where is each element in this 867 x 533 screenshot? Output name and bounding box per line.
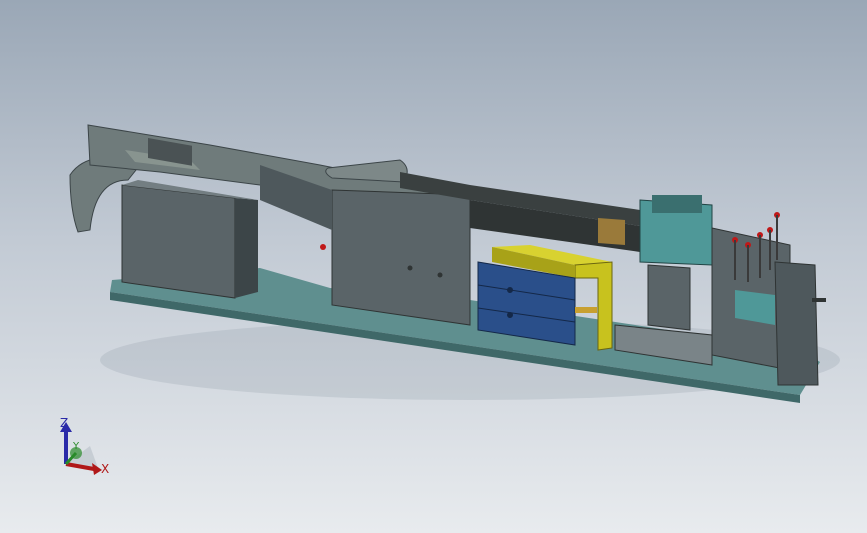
machine-assembly-model[interactable] xyxy=(0,0,867,533)
cylinder-port xyxy=(507,287,513,293)
sensor-pin xyxy=(320,244,326,250)
motor-column xyxy=(647,264,691,331)
end-block xyxy=(774,261,819,386)
left-housing-side xyxy=(235,198,258,298)
shaft xyxy=(812,298,826,302)
z-axis-label: Z xyxy=(60,416,69,430)
housing-bolt xyxy=(437,272,443,278)
y-axis-label: Y xyxy=(73,441,80,452)
feed-roller xyxy=(325,159,408,183)
housing-bolt xyxy=(407,265,413,271)
left-housing-front xyxy=(121,184,236,299)
cylinder-port xyxy=(507,312,513,318)
center-housing-front xyxy=(331,189,471,326)
cylinder-rod xyxy=(575,307,597,313)
bronze-part xyxy=(598,218,625,245)
servo-top xyxy=(652,195,702,213)
graphics-viewport[interactable]: Z Y X xyxy=(0,0,867,533)
x-axis-label: X xyxy=(101,462,110,476)
